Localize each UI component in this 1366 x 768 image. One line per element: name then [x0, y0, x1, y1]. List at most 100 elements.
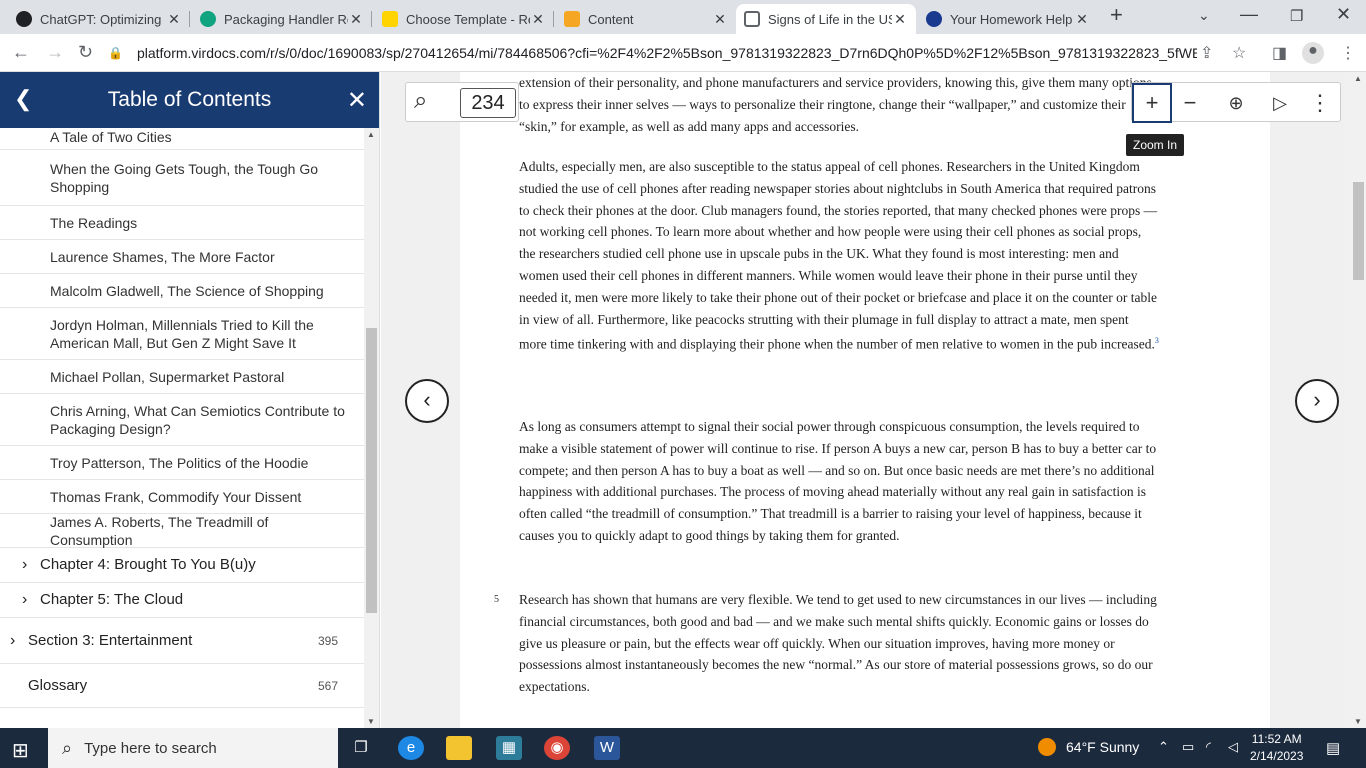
- content-icon: [564, 11, 580, 27]
- zoom-in-button[interactable]: +: [1132, 83, 1172, 123]
- file-explorer-icon[interactable]: [446, 736, 472, 760]
- address-bar: ← → ↻ 🔒 platform.virdocs.com/r/s/0/doc/1…: [0, 34, 1366, 72]
- close-tab-icon[interactable]: ✕: [712, 11, 728, 28]
- zoom-out-button[interactable]: −: [1170, 83, 1210, 123]
- close-tab-icon[interactable]: ✕: [530, 11, 546, 28]
- paragraph: Research has shown that humans are very …: [519, 592, 1157, 695]
- chevron-left-icon: ‹: [423, 387, 431, 412]
- book-page: extension of their personality, and phon…: [460, 72, 1270, 728]
- toc-item[interactable]: Laurence Shames, The More Factor: [0, 240, 364, 274]
- scroll-up-icon[interactable]: ▲: [1354, 74, 1362, 83]
- close-tab-icon[interactable]: ✕: [166, 11, 182, 28]
- taskbar-search[interactable]: ⌕ Type here to search: [48, 728, 338, 768]
- battery-icon[interactable]: ▭: [1182, 739, 1194, 755]
- edge-icon[interactable]: e: [398, 736, 424, 760]
- browser-tab-bar: ChatGPT: Optimizing L ✕ Packaging Handle…: [0, 0, 1366, 34]
- wifi-icon[interactable]: ◜: [1206, 739, 1211, 755]
- word-icon[interactable]: W: [594, 736, 620, 760]
- store-icon[interactable]: ▦: [496, 736, 522, 760]
- close-icon[interactable]: ✕: [347, 86, 367, 115]
- toc-item[interactable]: When the Going Gets Tough, the Tough Go …: [0, 150, 364, 206]
- tooltip: Zoom In: [1126, 134, 1185, 156]
- toc-item[interactable]: The Readings: [0, 206, 364, 240]
- chatgpt-icon: [200, 11, 216, 27]
- more-options-icon[interactable]: ⋮: [1300, 83, 1340, 123]
- close-tab-icon[interactable]: ✕: [1074, 11, 1090, 28]
- search-icon[interactable]: ⌕: [414, 87, 427, 115]
- chrome-icon[interactable]: ◉: [544, 736, 570, 760]
- next-page-button[interactable]: ›: [1295, 379, 1339, 423]
- tab-search-icon[interactable]: ⌄: [1198, 7, 1210, 24]
- close-tab-icon[interactable]: ✕: [348, 11, 364, 28]
- windows-taskbar: ⊞ ⌕ Type here to search ❐ e ▦ ◉ W 64°F S…: [0, 728, 1366, 768]
- browser-tab[interactable]: Choose Template - Re ✕: [374, 4, 554, 34]
- scrollbar-thumb[interactable]: [366, 328, 377, 613]
- page-scrollbar[interactable]: ▲ ▼: [1351, 72, 1366, 728]
- notifications-icon[interactable]: ▤: [1326, 739, 1340, 757]
- toc-scrollbar[interactable]: ▲ ▼: [364, 128, 379, 728]
- toc-title: Table of Contents: [107, 88, 272, 111]
- minimize-icon[interactable]: —: [1240, 4, 1258, 25]
- chevron-left-icon[interactable]: ❮: [14, 86, 32, 112]
- url-field[interactable]: 🔒 platform.virdocs.com/r/s/0/doc/1690083…: [108, 39, 1258, 67]
- toc-chapter-5[interactable]: › Chapter 5: The Cloud: [0, 583, 364, 618]
- paragraph: As long as consumers attempt to signal t…: [519, 419, 1157, 543]
- scroll-down-icon[interactable]: ▼: [1354, 717, 1362, 726]
- template-icon: [382, 11, 398, 27]
- volume-icon[interactable]: ◁: [1228, 739, 1238, 755]
- weather-widget[interactable]: 64°F Sunny: [1038, 738, 1139, 756]
- tab-title: ChatGPT: Optimizing L: [40, 11, 166, 27]
- toc-item[interactable]: A Tale of Two Cities: [0, 128, 364, 150]
- homework-icon: [926, 11, 942, 27]
- windows-start-icon[interactable]: ⊞: [12, 738, 29, 763]
- tab-title: Packaging Handler Re: [224, 11, 348, 27]
- toc-chapter-4[interactable]: › Chapter 4: Brought To You B(u)y: [0, 548, 364, 583]
- scroll-down-icon[interactable]: ▼: [367, 717, 375, 726]
- bookmark-star-icon[interactable]: ☆: [1232, 43, 1246, 63]
- chevron-up-icon[interactable]: ⌃: [1158, 739, 1169, 755]
- browser-tab[interactable]: Packaging Handler Re ✕: [192, 4, 372, 34]
- page-number-input[interactable]: 234: [460, 88, 516, 118]
- reload-icon[interactable]: ↻: [78, 42, 93, 63]
- browser-tab-active[interactable]: Signs of Life in the US ✕: [736, 4, 916, 34]
- restore-icon[interactable]: ❐: [1290, 7, 1303, 25]
- url-text: platform.virdocs.com/r/s/0/doc/1690083/s…: [136, 45, 1197, 61]
- scroll-up-icon[interactable]: ▲: [367, 130, 375, 139]
- reader-toolbar: ⌕ 234 + − ⊕ ▷ ⋮: [405, 82, 1341, 123]
- previous-page-button[interactable]: ‹: [405, 379, 449, 423]
- table-of-contents-panel: ❮ Table of Contents ✕ A Tale of Two Citi…: [0, 72, 380, 728]
- close-tab-icon[interactable]: ✕: [892, 11, 908, 28]
- play-audio-icon[interactable]: ▷: [1260, 83, 1300, 123]
- footnote-link[interactable]: 3: [1155, 336, 1159, 345]
- task-view-icon[interactable]: ❐: [348, 736, 374, 760]
- forward-arrow-icon[interactable]: →: [46, 42, 64, 63]
- toc-section-3[interactable]: › Section 3: Entertainment 395: [0, 618, 364, 664]
- share-icon[interactable]: ⇪: [1200, 43, 1213, 63]
- browser-tab[interactable]: ChatGPT: Optimizing L ✕: [8, 4, 190, 34]
- toc-item[interactable]: Jordyn Holman, Millennials Tried to Kill…: [0, 308, 364, 360]
- new-tab-icon[interactable]: +: [1110, 2, 1123, 28]
- browser-tab[interactable]: Content ✕: [556, 4, 736, 34]
- page-search-box: ⌕ 234: [405, 82, 519, 122]
- window-close-icon[interactable]: ✕: [1336, 4, 1351, 25]
- reader-area: extension of their personality, and phon…: [381, 72, 1351, 728]
- toc-glossary[interactable]: Glossary 567: [0, 664, 364, 708]
- profile-avatar-icon[interactable]: ●: [1302, 42, 1324, 64]
- tab-title: Signs of Life in the US: [768, 11, 892, 27]
- add-bookmark-icon[interactable]: ⊕: [1216, 83, 1256, 123]
- toc-item[interactable]: Michael Pollan, Supermarket Pastoral: [0, 360, 364, 394]
- toc-item[interactable]: Chris Arning, What Can Semiotics Contrib…: [0, 394, 364, 446]
- search-icon: ⌕: [62, 737, 73, 758]
- toc-item[interactable]: Malcolm Gladwell, The Science of Shoppin…: [0, 274, 364, 308]
- scrollbar-thumb[interactable]: [1353, 182, 1364, 280]
- toc-item[interactable]: Thomas Frank, Commodify Your Dissent: [0, 480, 364, 514]
- chevron-right-icon: ›: [22, 591, 28, 608]
- toc-item[interactable]: James A. Roberts, The Treadmill of Consu…: [0, 514, 364, 548]
- sun-icon: [1038, 738, 1056, 756]
- side-panel-icon[interactable]: ◨: [1272, 43, 1287, 63]
- toc-item[interactable]: Troy Patterson, The Politics of the Hood…: [0, 446, 364, 480]
- system-clock[interactable]: 11:52 AM 2/14/2023: [1250, 731, 1303, 765]
- browser-menu-icon[interactable]: ⋮: [1340, 43, 1356, 63]
- browser-tab[interactable]: Your Homework Help ✕: [918, 4, 1098, 34]
- back-arrow-icon[interactable]: ←: [12, 42, 30, 63]
